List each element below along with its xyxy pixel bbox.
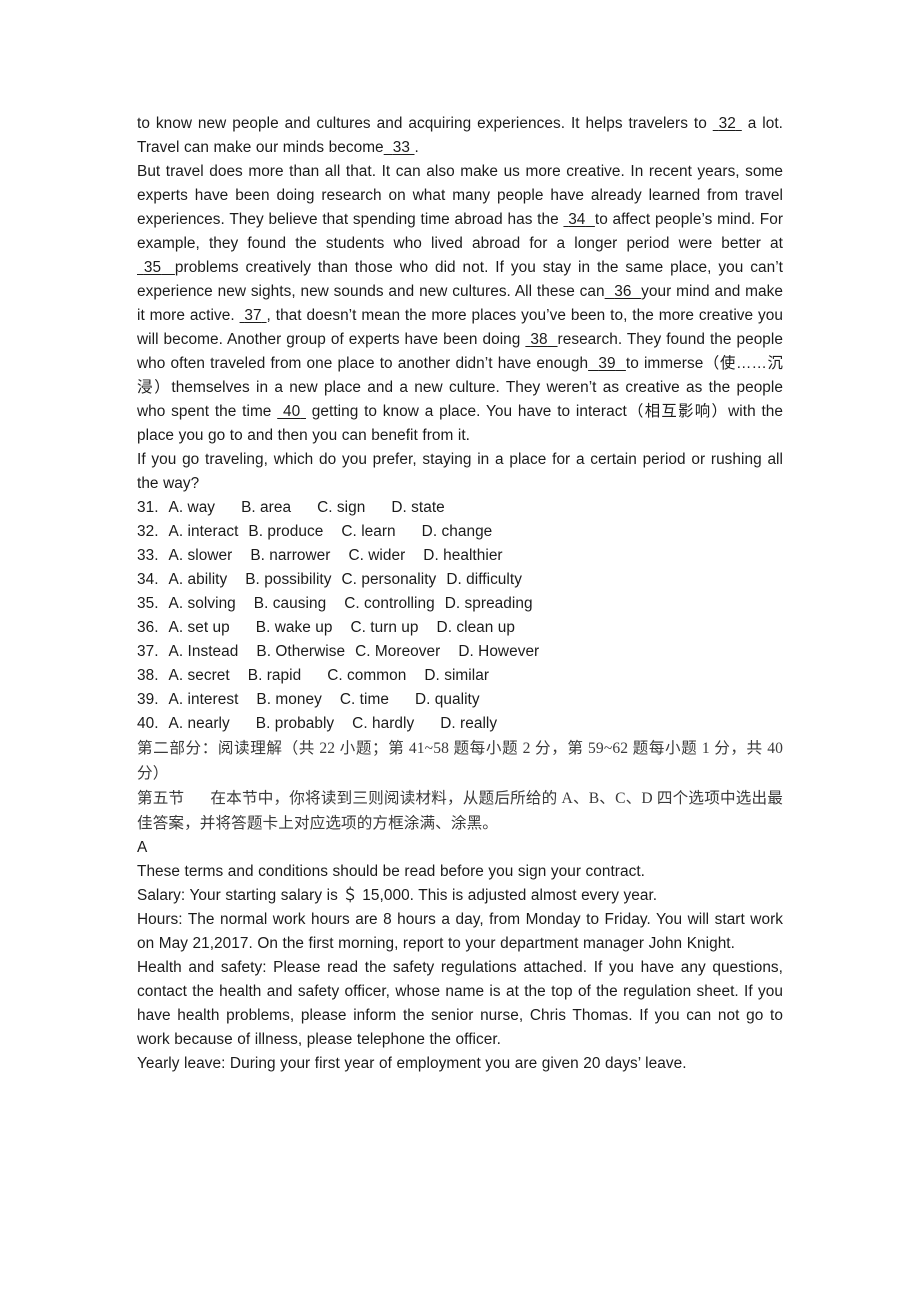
question-number: 32.: [137, 523, 159, 540]
blank-40[interactable]: 40: [277, 403, 306, 420]
option-a[interactable]: A. secret: [169, 664, 230, 688]
question-number: 37.: [137, 643, 159, 660]
reading-a-salary: Salary: Your starting salary is ＄ 15,000…: [137, 887, 658, 904]
question-row-37: 37. A. Instead B. Otherwise C. Moreover D. H…: [137, 640, 783, 664]
option-a[interactable]: A. solving: [169, 592, 236, 616]
option-b[interactable]: B. causing: [254, 592, 326, 616]
option-b[interactable]: B. produce: [248, 520, 323, 544]
reading-a-label: A: [137, 839, 148, 856]
reading-a-intro: These terms and conditions should be rea…: [137, 863, 645, 880]
cloze-paragraph-1: to know new people and cultures and acqu…: [137, 112, 783, 160]
blank-34[interactable]: 34: [563, 211, 594, 228]
cloze-paragraph-2: But travel does more than all that. It c…: [137, 160, 783, 448]
question-number: 36.: [137, 619, 159, 636]
option-b[interactable]: B. money: [256, 688, 321, 712]
exam-page-content: to know new people and cultures and acqu…: [137, 112, 783, 1076]
blank-38[interactable]: 38: [525, 331, 557, 348]
blank-32[interactable]: 32: [713, 115, 742, 132]
reading-a-health-safety: Health and safety: Please read the safet…: [137, 959, 783, 1048]
option-c[interactable]: C. controlling: [344, 592, 435, 616]
question-row-40: 40. A. nearly B. probably C. hardly D. reall…: [137, 712, 783, 736]
option-d[interactable]: D. similar: [424, 664, 489, 688]
option-c[interactable]: C. common: [327, 664, 406, 688]
option-a[interactable]: A. set up: [169, 616, 230, 640]
option-d[interactable]: D. difficulty: [446, 568, 522, 592]
question-row-35: 35. A. solving B. causing C. controlling D. …: [137, 592, 783, 616]
option-b[interactable]: B. narrower: [250, 544, 330, 568]
cloze-text-1a: to know new people and cultures and acqu…: [137, 115, 713, 132]
option-b[interactable]: B. Otherwise: [256, 640, 345, 664]
section-five-label: 第五节: [137, 790, 185, 807]
question-number: 33.: [137, 547, 159, 564]
option-b[interactable]: B. area: [241, 496, 291, 520]
blank-33[interactable]: 33: [384, 139, 415, 156]
option-d[interactable]: D. healthier: [423, 544, 502, 568]
blank-39[interactable]: 39: [588, 355, 626, 372]
option-c[interactable]: C. Moreover: [355, 640, 440, 664]
question-row-32: 32. A. interact B. produce C. learn D. chang…: [137, 520, 783, 544]
option-c[interactable]: C. turn up: [350, 616, 418, 640]
question-row-31: 31. A. way B. area C. sign D. state: [137, 496, 783, 520]
option-d[interactable]: D. However: [458, 640, 539, 664]
question-number: 31.: [137, 499, 159, 516]
cloze-paragraph-3: If you go traveling, which do you prefer…: [137, 451, 783, 492]
blank-37[interactable]: 37: [240, 307, 267, 324]
question-number: 38.: [137, 667, 159, 684]
option-d[interactable]: D. spreading: [445, 592, 533, 616]
option-d[interactable]: D. state: [391, 496, 444, 520]
option-c[interactable]: C. time: [340, 688, 389, 712]
question-row-39: 39. A. interest B. money C. time D. quality: [137, 688, 783, 712]
option-a[interactable]: A. interact: [169, 520, 239, 544]
option-c[interactable]: C. learn: [341, 520, 395, 544]
question-number: 35.: [137, 595, 159, 612]
blank-36[interactable]: 36: [605, 283, 642, 300]
option-b[interactable]: B. probably: [256, 712, 334, 736]
question-number: 34.: [137, 571, 159, 588]
part-two-heading: 第二部分：阅读理解（共 22 小题；第 41~58 题每小题 2 分，第 59~…: [137, 740, 783, 782]
option-c[interactable]: C. sign: [317, 496, 365, 520]
option-a[interactable]: A. way: [169, 496, 216, 520]
question-row-34: 34. A. ability B. possibility C. personalit…: [137, 568, 783, 592]
option-a[interactable]: A. ability: [169, 568, 228, 592]
reading-a-yearly-leave: Yearly leave: During your first year of …: [137, 1055, 687, 1072]
option-d[interactable]: D. really: [440, 712, 497, 736]
option-d[interactable]: D. quality: [415, 688, 480, 712]
option-a[interactable]: A. interest: [169, 688, 239, 712]
section-five-instruction: 第五节 在本节中，你将读到三则阅读材料，从题后所给的 A、B、C、D 四个选项中选…: [137, 786, 783, 836]
question-row-36: 36. A. set up B. wake up C. turn up D. clean…: [137, 616, 783, 640]
reading-a-hours: Hours: The normal work hours are 8 hours…: [137, 911, 783, 952]
option-b[interactable]: B. possibility: [245, 568, 331, 592]
cloze-text-1c: .: [414, 139, 419, 156]
option-d[interactable]: D. clean up: [437, 616, 515, 640]
blank-35[interactable]: 35: [137, 259, 175, 276]
option-c[interactable]: C. hardly: [352, 712, 414, 736]
option-d[interactable]: D. change: [422, 520, 493, 544]
question-row-38: 38. A. secret B. rapid C. common D. similar: [137, 664, 783, 688]
question-row-33: 33. A. slower B. narrower C. wider D. health…: [137, 544, 783, 568]
question-list: 31. A. way B. area C. sign D. state 32. A. in…: [137, 496, 783, 736]
question-number: 40.: [137, 715, 159, 732]
option-b[interactable]: B. rapid: [248, 664, 301, 688]
section-five-text: 在本节中，你将读到三则阅读材料，从题后所给的 A、B、C、D 四个选项中选出最佳…: [137, 790, 783, 832]
question-number: 39.: [137, 691, 159, 708]
option-a[interactable]: A. Instead: [169, 640, 239, 664]
option-c[interactable]: C. personality: [342, 568, 437, 592]
option-a[interactable]: A. slower: [169, 544, 233, 568]
option-a[interactable]: A. nearly: [169, 712, 230, 736]
option-b[interactable]: B. wake up: [256, 616, 333, 640]
option-c[interactable]: C. wider: [348, 544, 405, 568]
